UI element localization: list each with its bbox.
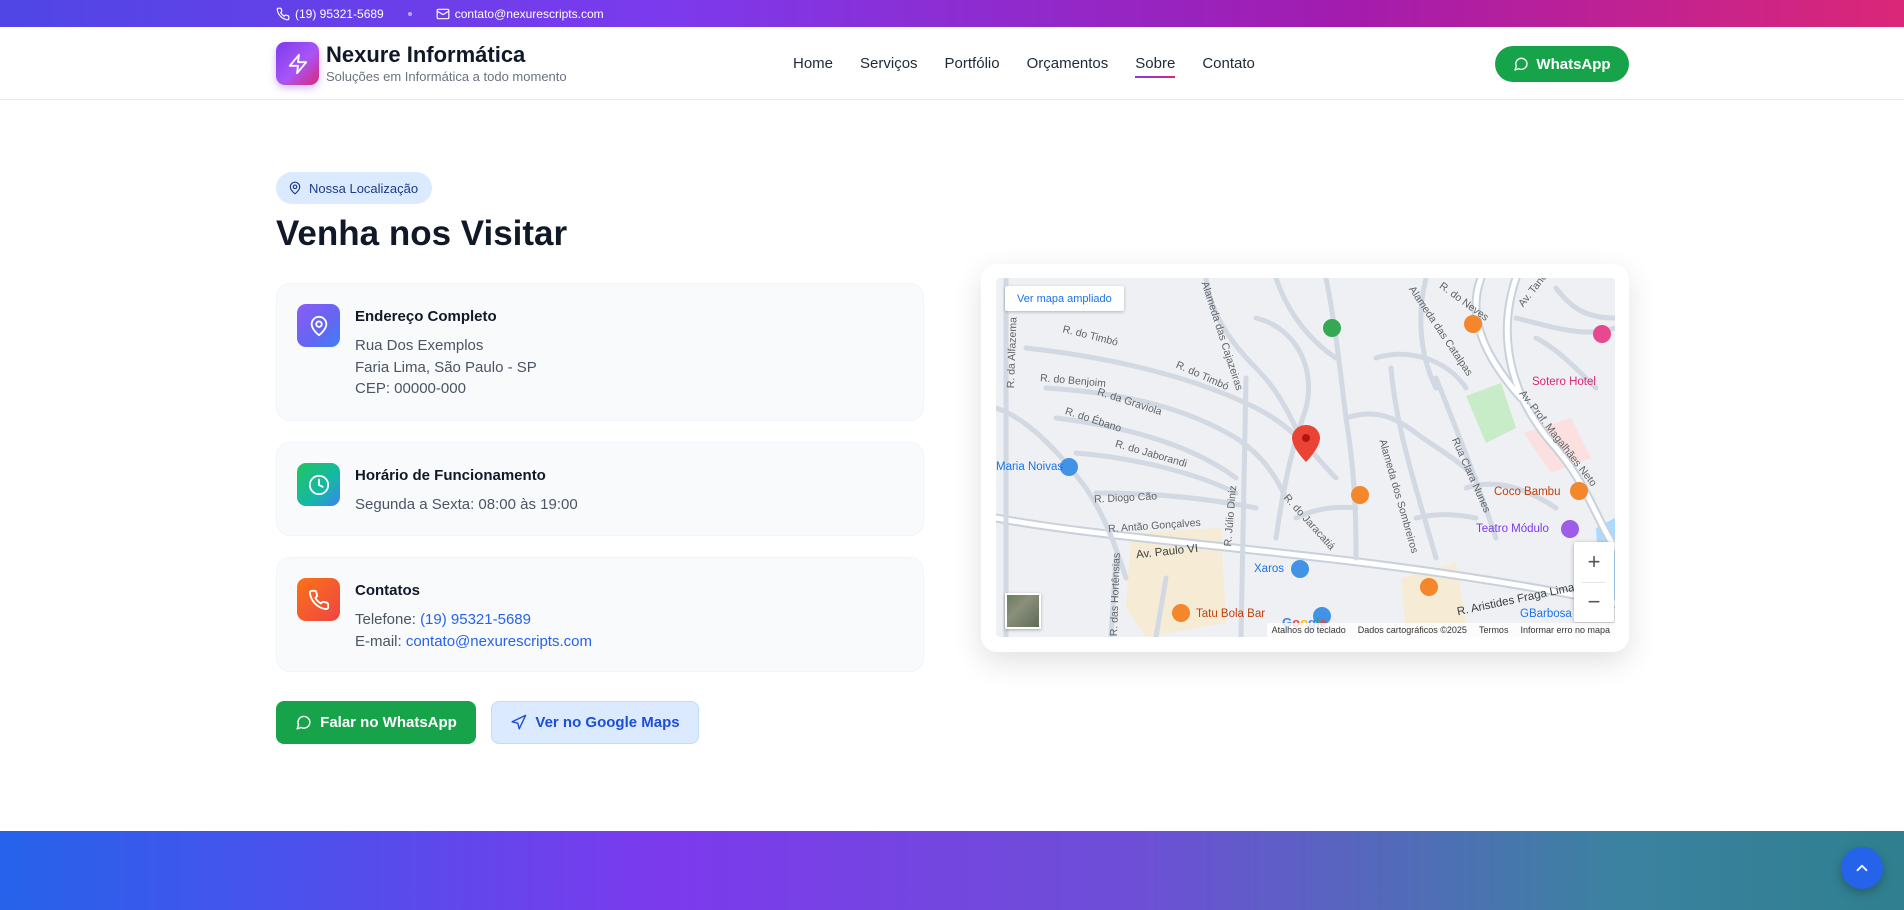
talk-whatsapp-button[interactable]: Falar no WhatsApp [276,701,476,744]
contacts-icon-box [297,578,340,621]
zoom-controls: + − [1574,542,1614,622]
nav-portfolio[interactable]: Portfólio [945,55,1000,72]
map-attribution: Atalhos do teclado Dados cartográficos ©… [1266,623,1615,637]
header-whatsapp-label: WhatsApp [1536,55,1611,73]
next-section-band [0,831,1904,910]
nav-orcamentos[interactable]: Orçamentos [1027,55,1109,72]
email-label: E-mail: [355,632,402,650]
whatsapp-icon [296,715,311,730]
chevron-up-icon [1856,864,1868,872]
zoom-out-button[interactable]: − [1574,582,1614,622]
clock-icon [308,474,329,495]
map-data-text: Dados cartográficos ©2025 [1357,625,1467,635]
phone-link[interactable]: (19) 95321-5689 [420,611,531,628]
topbar-email[interactable]: contato@nexurescripts.com [436,7,604,21]
address-line-2: Faria Lima, São Paulo - SP [355,358,537,376]
keyboard-shortcuts-link[interactable]: Atalhos do teclado [1272,625,1346,635]
topbar-email-text: contato@nexurescripts.com [454,6,604,21]
topbar-phone-text: (19) 95321-5689 [295,6,384,21]
site-header: Nexure Informática Soluções em Informáti… [0,27,1904,100]
main-nav: Home Serviços Portfólio Orçamentos Sobre… [793,27,1282,100]
email-link[interactable]: contato@nexurescripts.com [406,633,592,650]
satellite-toggle[interactable] [1005,593,1041,629]
topbar-phone[interactable]: (19) 95321-5689 [276,7,384,21]
poi-label[interactable]: Sotero Hotel [1532,376,1596,388]
map-pin-icon [310,315,327,336]
map-pin-icon [289,181,301,195]
whatsapp-icon [1514,57,1529,71]
address-line-1: Rua Dos Exemplos [355,337,484,354]
hours-line-1: Segunda a Sexta: 08:00 às 19:00 [355,496,578,513]
terms-link[interactable]: Termos [1479,625,1509,635]
top-contact-bar: (19) 95321-5689 contato@nexurescripts.co… [0,0,1904,27]
hours-card: Horário de Funcionamento Segunda a Sexta… [276,442,924,536]
view-google-maps-label: Ver no Google Maps [535,714,680,731]
mail-icon [436,8,450,19]
hours-lines: Segunda a Sexta: 08:00 às 19:00 [355,494,578,516]
phone-label: Telefone: [355,611,416,628]
brand-name[interactable]: Nexure Informática [326,42,525,68]
hours-title: Horário de Funcionamento [355,467,546,484]
nav-home[interactable]: Home [793,55,833,72]
poi-label[interactable]: Teatro Módulo [1476,523,1549,535]
poi-label[interactable]: Maria Noivas [996,461,1063,473]
brand-tagline: Soluções em Informática a todo momento [326,69,567,84]
poi-label[interactable]: Coco Bambu [1494,486,1560,498]
zoom-in-button[interactable]: + [1574,542,1614,582]
nav-sobre[interactable]: Sobre [1135,55,1176,78]
poi-label[interactable]: Xaros [1254,563,1284,575]
street-label: R. da Alfazema [1005,316,1020,389]
talk-whatsapp-label: Falar no WhatsApp [320,714,457,731]
brand-logo[interactable] [276,42,319,85]
location-badge: Nossa Localização [276,172,433,204]
separator-dot [407,11,412,16]
address-lines: Rua Dos Exemplos Faria Lima, São Paulo -… [355,335,537,400]
lightning-icon [288,53,307,74]
section-title: Venha nos Visitar [276,214,568,253]
location-badge-label: Nossa Localização [309,180,419,196]
nav-servicos[interactable]: Serviços [860,55,918,72]
phone-icon [308,589,329,610]
contacts-title: Contatos [355,582,420,599]
google-map[interactable]: R. da Alfazema R. do Timbó R. do Timbó R… [996,278,1615,637]
header-whatsapp-button[interactable]: WhatsApp [1495,46,1629,82]
contacts-phone-row: Telefone: (19) 95321-5689 [355,609,592,631]
navigation-icon [511,714,527,730]
hours-icon-box [297,463,340,506]
contacts-email-row: E-mail: contato@nexurescripts.com [355,631,592,653]
view-google-maps-button[interactable]: Ver no Google Maps [491,701,699,744]
view-larger-map-link[interactable]: Ver mapa ampliado [1005,286,1124,311]
report-error-link[interactable]: Informar erro no mapa [1520,625,1610,635]
zoom-divider [1582,582,1606,583]
contacts-lines: Telefone: (19) 95321-5689 E-mail: contat… [355,609,592,652]
address-title: Endereço Completo [355,308,497,325]
poi-label[interactable]: Tatu Bola Bar [1196,608,1265,620]
address-line-3: CEP: 00000-000 [355,380,466,397]
scroll-to-top-button[interactable] [1841,847,1883,889]
contacts-card: Contatos Telefone: (19) 95321-5689 E-mai… [276,557,924,672]
nav-contato[interactable]: Contato [1202,55,1255,72]
address-card: Endereço Completo Rua Dos Exemplos Faria… [276,283,924,421]
phone-icon [276,7,290,20]
map-card: R. da Alfazema R. do Timbó R. do Timbó R… [981,264,1629,652]
address-icon-box [297,304,340,347]
